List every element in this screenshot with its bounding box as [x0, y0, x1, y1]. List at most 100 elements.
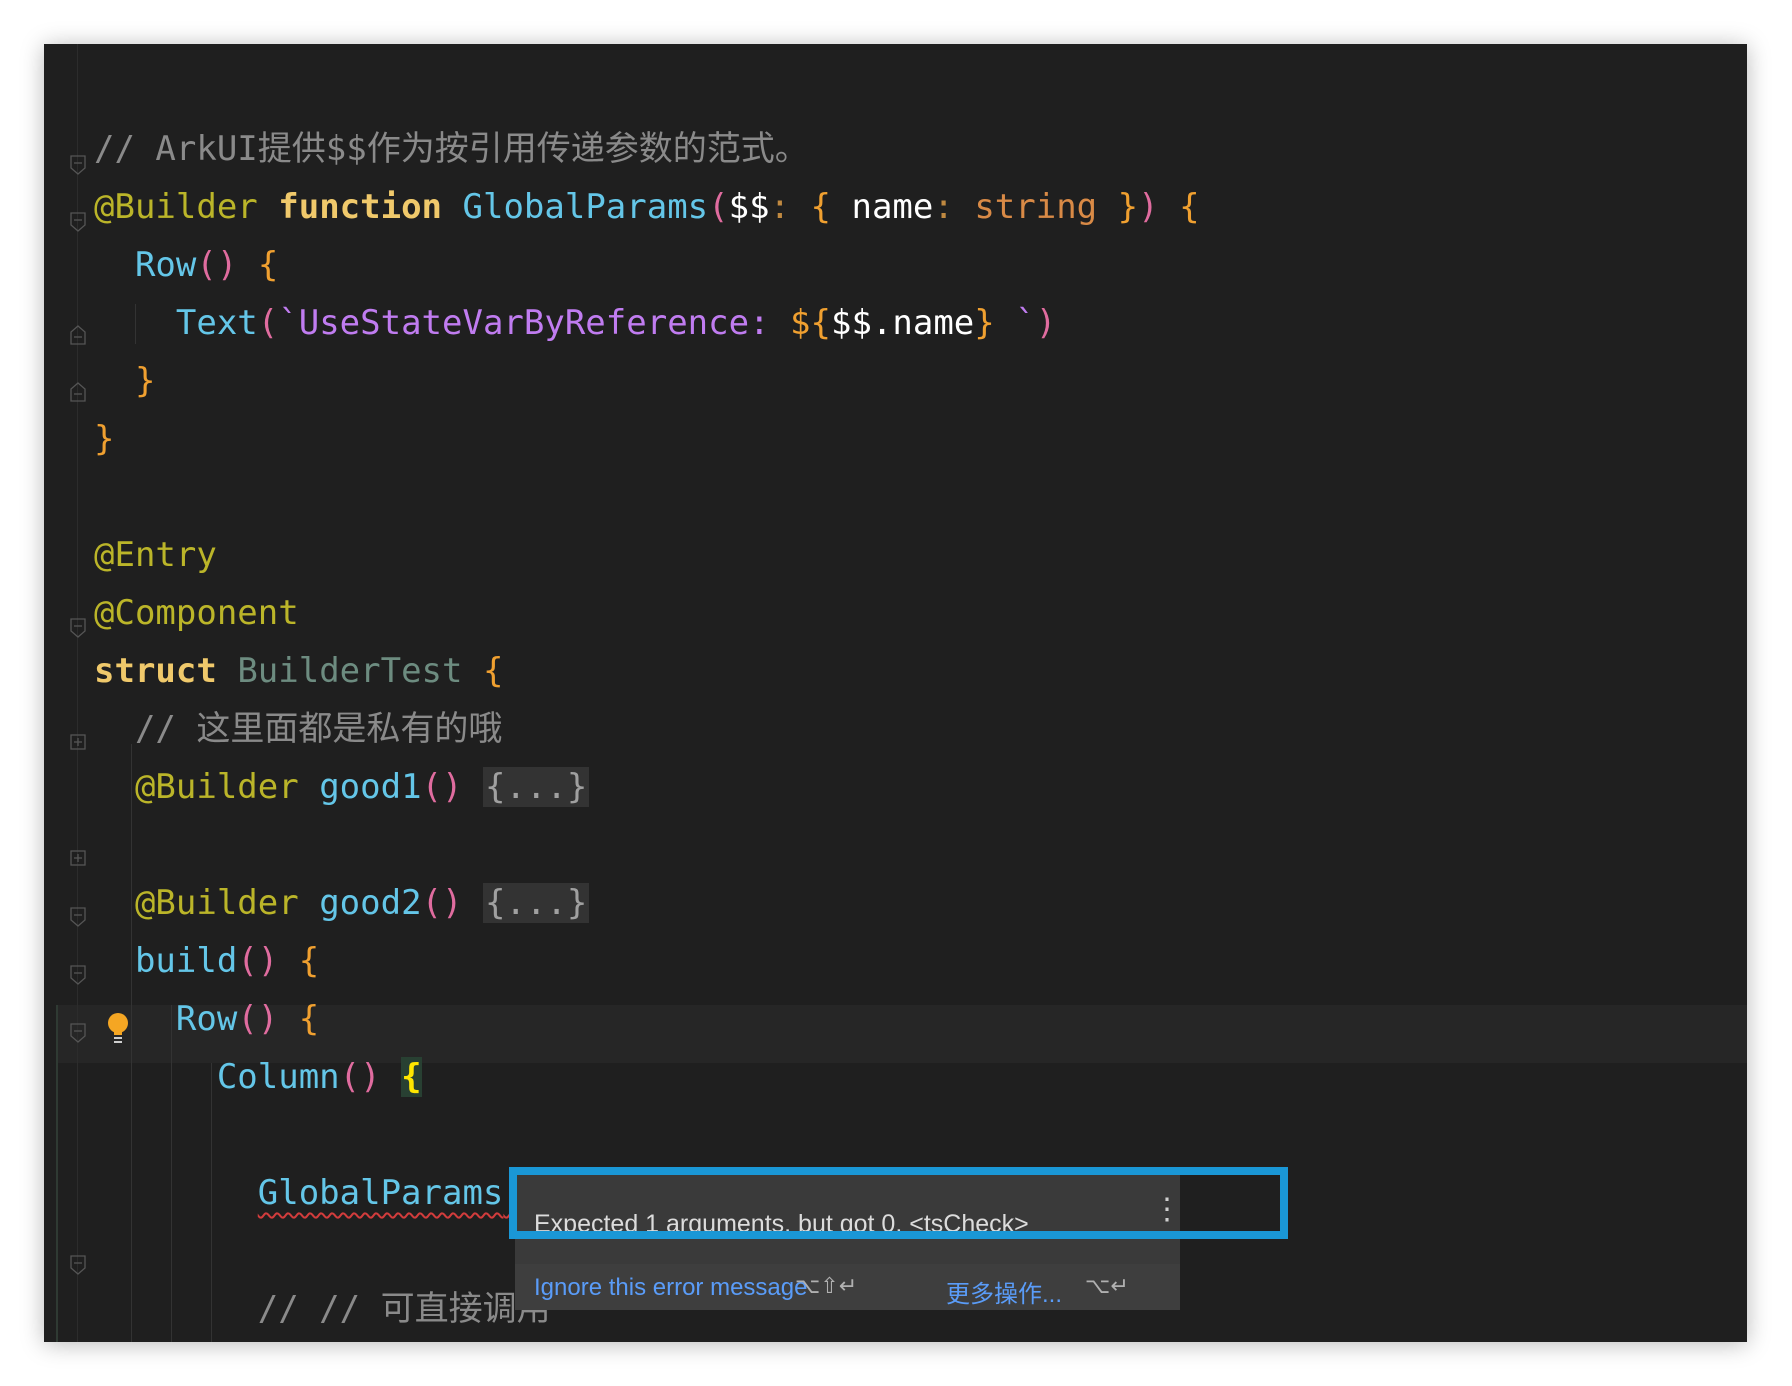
fold-collapse-icon[interactable] [68, 1022, 88, 1044]
more-options-icon[interactable]: ⋮ [1152, 1195, 1182, 1225]
code-line[interactable]: Row() { [94, 236, 278, 294]
code-token: // 这里面都是私有的哦 [134, 709, 503, 749]
current-line-marker [56, 1005, 58, 1342]
code-token: ) [1138, 187, 1159, 227]
more-actions-link[interactable]: 更多操作... [946, 1274, 1062, 1309]
code-token: () [421, 767, 463, 807]
error-message: Expected 1 arguments, but got 0. <tsChec… [534, 1210, 1029, 1238]
error-tooltip: Expected 1 arguments, but got 0. <tsChec… [515, 1174, 1182, 1310]
code-line[interactable]: @Builder function GlobalParams($$: { nam… [94, 178, 1200, 236]
code-token: { [1179, 187, 1200, 227]
code-line[interactable]: GlobalParams() [94, 1164, 545, 1222]
code-line[interactable]: @Builder good1() {...} [94, 758, 590, 816]
code-token: } [94, 419, 115, 459]
code-token: @Builder [134, 883, 299, 923]
fold-expand-icon[interactable] [68, 848, 88, 870]
ignore-error-link[interactable]: Ignore this error message [534, 1274, 807, 1302]
code-token: () [421, 883, 463, 923]
code-line[interactable]: // 这里面都是私有的哦 [94, 700, 502, 758]
code-token: ( [257, 303, 279, 343]
code-token: { [810, 187, 832, 227]
code-token: name [831, 187, 934, 227]
ignore-error-shortcut: ⌥⇧↵ [795, 1274, 858, 1299]
code-token: `UseStateVarByReference: [278, 303, 791, 343]
code-token: { [257, 245, 279, 285]
code-token: () [339, 1057, 381, 1097]
code-token: good1 [319, 767, 422, 807]
code-line[interactable]: @Entry [94, 526, 217, 584]
code-token: : [933, 187, 975, 227]
code-line[interactable]: Text(`UseStateVarByReference: ${$$.name}… [94, 294, 1056, 352]
code-line[interactable]: } [94, 352, 155, 410]
fold-collapse-icon[interactable] [68, 154, 88, 176]
fold-collapse-icon[interactable] [68, 964, 88, 986]
fold-end-icon[interactable] [68, 381, 88, 403]
code-line[interactable]: // ArkUI提供$$作为按引用传递参数的范式。 [94, 120, 809, 178]
code-token: () [237, 999, 279, 1039]
code-token: ${ [790, 303, 831, 343]
code-token: } [974, 303, 995, 343]
code-token: // // 可直接调用 [257, 1289, 551, 1329]
code-token: GlobalParams [462, 187, 709, 227]
code-line[interactable]: // // 可直接调用 [94, 1280, 551, 1338]
code-line[interactable]: @Builder good2() {...} [94, 874, 590, 932]
code-token: ` [994, 303, 1036, 343]
code-token: function [278, 187, 443, 227]
code-token: { [482, 651, 504, 691]
fold-collapse-icon[interactable] [68, 211, 88, 233]
code-token: } [1117, 187, 1139, 227]
code-editor[interactable]: // ArkUI提供$$作为按引用传递参数的范式。 @Builder functi… [44, 44, 1747, 1342]
code-token: $$.name [830, 303, 975, 343]
code-token: { [401, 1057, 422, 1097]
gutter-divider [77, 44, 78, 1342]
fold-expand-icon[interactable] [68, 732, 88, 754]
code-line[interactable]: } [94, 410, 114, 468]
fold-collapse-icon[interactable] [68, 617, 88, 639]
code-token: BuilderTest [237, 651, 463, 691]
code-token: {...} [483, 883, 590, 923]
fold-collapse-icon[interactable] [68, 906, 88, 928]
code-token: { [298, 999, 320, 1039]
code-token: () [237, 941, 279, 981]
code-line[interactable]: Column() { [94, 1048, 422, 1106]
code-token: } [134, 361, 156, 401]
code-token: Column [216, 1057, 340, 1097]
code-line[interactable]: struct BuilderTest { [94, 642, 503, 700]
fold-collapse-icon[interactable] [68, 1254, 88, 1276]
fold-end-icon[interactable] [68, 324, 88, 346]
code-token: { [298, 941, 320, 981]
code-token: GlobalParams [257, 1173, 504, 1213]
code-token: ( [708, 187, 729, 227]
code-line[interactable]: @Component [94, 584, 299, 642]
code-token: struct [94, 651, 217, 691]
code-line[interactable]: // this.good1() [94, 1338, 565, 1342]
code-line[interactable]: Row() { [94, 990, 319, 1048]
code-line[interactable]: build() { [94, 932, 319, 990]
code-token: {...} [483, 767, 590, 807]
code-token: $$ [728, 187, 770, 227]
code-token: : [769, 187, 811, 227]
code-token: () [196, 245, 238, 285]
